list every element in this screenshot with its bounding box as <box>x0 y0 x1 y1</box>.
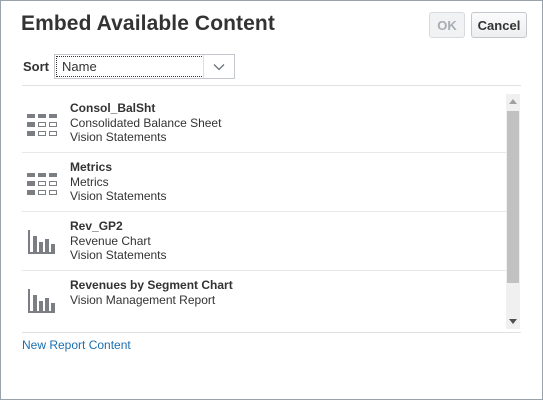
sort-selected-value[interactable]: Name <box>56 56 204 77</box>
item-description: Consolidated Balance Sheet <box>70 116 222 130</box>
item-source: Vision Statements <box>70 248 167 262</box>
list-scrollbar[interactable] <box>506 94 520 329</box>
list-item[interactable]: Metrics Metrics Vision Statements <box>22 153 506 212</box>
content-list: Consol_BalSht Consolidated Balance Sheet… <box>22 94 521 329</box>
scroll-down-arrow-icon[interactable] <box>506 314 520 329</box>
item-description: Vision Management Report <box>70 293 216 307</box>
divider <box>22 85 521 86</box>
embed-content-dialog: Embed Available Content OK Cancel Sort N… <box>0 0 543 400</box>
ok-button[interactable]: OK <box>429 12 465 38</box>
item-source: Vision Statements <box>70 189 167 203</box>
cancel-button[interactable]: Cancel <box>471 12 527 38</box>
item-description: Revenue Chart <box>70 234 151 248</box>
item-name: Metrics <box>70 160 113 174</box>
dialog-title: Embed Available Content <box>21 12 275 35</box>
item-name: Revenues by Segment Chart <box>70 278 233 292</box>
scroll-up-arrow-icon[interactable] <box>506 94 520 109</box>
item-description: Metrics <box>70 175 109 189</box>
item-name: Consol_BalSht <box>70 101 156 115</box>
list-item[interactable]: Revenues by Segment Chart Vision Managem… <box>22 271 506 329</box>
bar-chart-icon <box>27 289 59 315</box>
divider <box>22 332 521 333</box>
scroll-thumb[interactable] <box>507 111 519 283</box>
sort-select[interactable]: Name <box>54 54 235 79</box>
item-source: Vision Statements <box>70 130 167 144</box>
grid-icon <box>27 171 59 197</box>
item-name: Rev_GP2 <box>70 219 123 233</box>
sort-label: Sort <box>23 59 49 74</box>
chevron-down-icon[interactable] <box>203 55 234 78</box>
list-item[interactable]: Rev_GP2 Revenue Chart Vision Statements <box>22 212 506 271</box>
grid-icon <box>27 112 59 138</box>
list-item[interactable]: Consol_BalSht Consolidated Balance Sheet… <box>22 94 506 153</box>
bar-chart-icon <box>27 230 59 256</box>
new-report-content-link[interactable]: New Report Content <box>22 338 131 352</box>
